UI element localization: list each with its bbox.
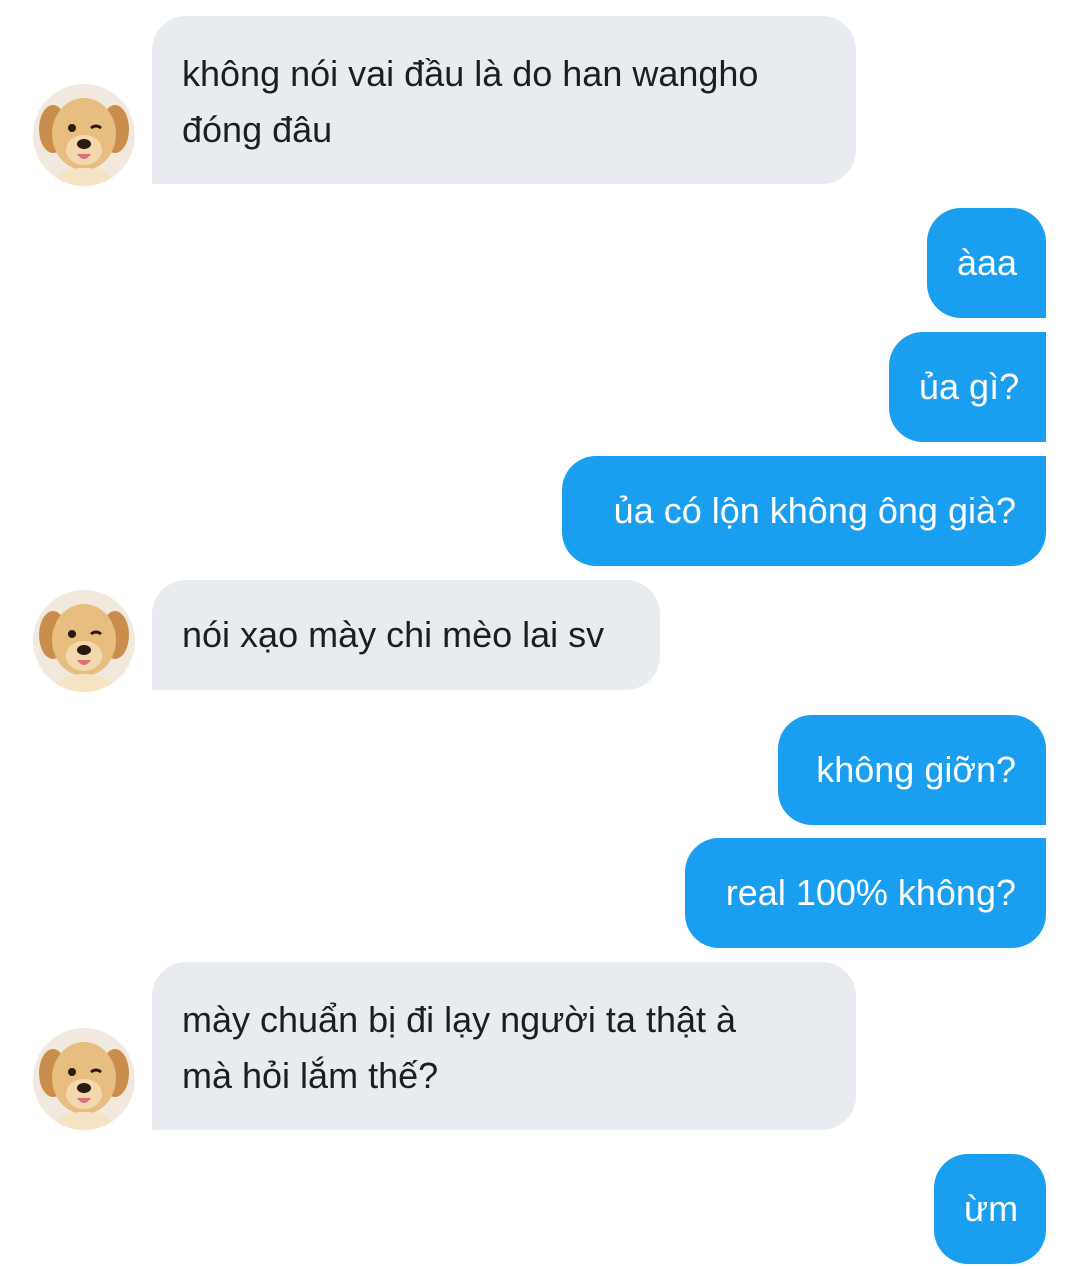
message-text: ủa gì? <box>919 366 1020 407</box>
message-text: ủa có lộn không ông già? <box>613 490 1016 531</box>
message-text-line: nói xạo mày chi mèo lai sv <box>182 614 605 655</box>
contact-avatar[interactable] <box>33 590 135 692</box>
contact-avatar[interactable] <box>33 84 135 186</box>
message-bubble-outgoing[interactable]: không giỡn? <box>778 715 1046 825</box>
message-text-line: không nói vai đầu là do han wangho <box>182 53 759 94</box>
message-bubble-outgoing[interactable]: ừm <box>934 1154 1046 1264</box>
message-text: không giỡn? <box>816 749 1016 790</box>
chat-screen: { "messages": [ {"sender": "other", "lin… <box>0 0 1080 1269</box>
dog-avatar-icon <box>33 84 135 186</box>
dog-avatar-icon <box>33 590 135 692</box>
message-bubble-incoming[interactable]: nói xạo mày chi mèo lai sv <box>152 580 660 690</box>
message-bubble-outgoing[interactable]: ủa có lộn không ông già? <box>562 456 1046 566</box>
contact-avatar[interactable] <box>33 1028 135 1130</box>
message-bubble-outgoing[interactable]: real 100% không? <box>685 838 1046 948</box>
message-text-line: mày chuẩn bị đi lạy người ta thật à <box>182 999 737 1040</box>
message-bubble-incoming[interactable]: không nói vai đầu là do han wangho đóng … <box>152 16 856 184</box>
message-text: ừm <box>964 1188 1019 1229</box>
message-text: real 100% không? <box>725 872 1016 913</box>
message-text-line: đóng đâu <box>182 109 333 150</box>
message-text: àaa <box>957 242 1018 283</box>
message-bubble-outgoing[interactable]: ủa gì? <box>889 332 1046 442</box>
dog-avatar-icon <box>33 1028 135 1130</box>
message-bubble-outgoing[interactable]: àaa <box>927 208 1046 318</box>
message-text-line: mà hỏi lắm thế? <box>182 1055 439 1096</box>
message-bubble-incoming[interactable]: mày chuẩn bị đi lạy người ta thật à mà h… <box>152 962 856 1130</box>
